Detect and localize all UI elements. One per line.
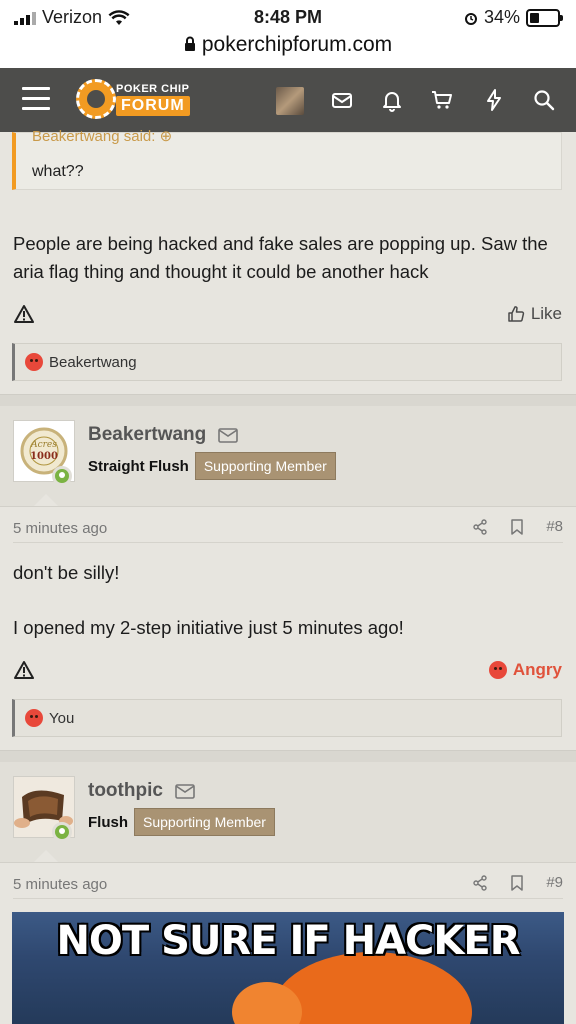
bolt-icon[interactable] [482, 88, 506, 112]
supporting-member-badge: Supporting Member [134, 808, 275, 836]
post-number[interactable]: #9 [546, 874, 563, 891]
user-rank-row: Flush Supporting Member [88, 808, 275, 836]
user-rank: Flush [88, 813, 128, 831]
lock-icon [184, 36, 195, 51]
meme-image[interactable]: NOT SURE IF HACKER [12, 912, 564, 1024]
logo-text-bottom: FORUM [116, 96, 190, 116]
user-avatar-thumb[interactable] [276, 87, 304, 115]
site-navbar: POKER CHIP FORUM [0, 68, 576, 132]
bookmark-icon[interactable] [510, 518, 524, 535]
username-text[interactable]: Beakertwang [88, 424, 206, 446]
post-body-line1: don't be silly! [13, 562, 120, 583]
alarm-icon [464, 12, 477, 25]
username[interactable]: toothpic [88, 780, 195, 802]
angry-reaction-button[interactable]: Angry [488, 660, 562, 680]
angry-reaction-icon [25, 353, 43, 371]
meme-caption: NOT SURE IF HACKER [56, 918, 520, 964]
search-icon[interactable] [532, 88, 556, 112]
chip-logo-icon [76, 79, 116, 119]
reactions-users: Beakertwang [49, 353, 137, 371]
message-user-icon[interactable] [218, 427, 239, 443]
user-block-pointer [34, 494, 58, 506]
battery-icon [526, 8, 563, 27]
url-text: pokerchipforum.com [201, 33, 393, 56]
battery-percent: 34% [483, 7, 520, 27]
status-bar: Verizon 8:48 PM 34% pokerchipforum.com [0, 0, 576, 68]
user-rank-row: Straight Flush Supporting Member [88, 452, 336, 480]
divider [0, 862, 576, 863]
post-body-line2: I opened my 2-step initiative just 5 min… [13, 617, 404, 638]
like-button[interactable]: Like [507, 304, 562, 324]
online-status-icon [52, 822, 72, 842]
angry-label: Angry [512, 660, 562, 679]
battery-status: 34% [464, 7, 563, 28]
share-icon[interactable] [472, 874, 488, 891]
avatar-text: 1000 [30, 451, 58, 462]
share-icon[interactable] [472, 518, 488, 535]
mail-icon[interactable] [330, 88, 354, 112]
menu-icon[interactable] [22, 87, 50, 111]
divider [0, 506, 576, 507]
quote-block: Beakertwang said: ⊕ what?? [12, 128, 562, 190]
svg-text:Acres: Acres [30, 440, 57, 450]
reactions-bar[interactable]: You [12, 699, 562, 737]
reactions-bar[interactable]: Beakertwang [12, 343, 562, 381]
angry-face-icon [488, 661, 507, 679]
thumbs-up-icon [508, 306, 524, 322]
message-user-icon[interactable] [175, 783, 195, 799]
post-meta: 5 minutes ago #8 [13, 518, 563, 543]
online-status-icon [52, 466, 72, 486]
report-icon[interactable] [14, 660, 34, 680]
bell-icon[interactable] [380, 88, 404, 112]
bookmark-icon[interactable] [510, 874, 524, 891]
post-timestamp[interactable]: 5 minutes ago [13, 520, 107, 537]
logo-text-top: POKER CHIP [116, 83, 190, 95]
site-logo[interactable]: POKER CHIP FORUM [76, 79, 204, 121]
report-icon[interactable] [14, 304, 34, 324]
like-label: Like [530, 304, 562, 323]
username-text[interactable]: toothpic [88, 780, 163, 802]
post-meta: 5 minutes ago #9 [13, 874, 563, 899]
user-rank: Straight Flush [88, 457, 189, 475]
cart-icon[interactable] [430, 88, 454, 112]
angry-reaction-icon [25, 709, 43, 727]
post-user-block: toothpic Flush Supporting Member [0, 762, 576, 862]
quote-jump-icon[interactable]: ⊕ [160, 128, 173, 145]
reactions-users: You [49, 709, 75, 727]
post-user-block: Acres 1000 Beakertwang Straight Flush Sup… [0, 406, 576, 506]
quote-text: what?? [32, 163, 84, 180]
url-bar[interactable]: pokerchipforum.com [0, 33, 576, 57]
supporting-member-badge: Supporting Member [194, 452, 336, 480]
post-number[interactable]: #8 [546, 518, 563, 535]
user-block-pointer [34, 850, 58, 862]
username[interactable]: Beakertwang [88, 424, 239, 446]
post-body: People are being hacked and fake sales a… [13, 233, 548, 282]
post-timestamp[interactable]: 5 minutes ago [13, 876, 107, 893]
quote-attribution[interactable]: Beakertwang said: ⊕ [32, 127, 172, 145]
